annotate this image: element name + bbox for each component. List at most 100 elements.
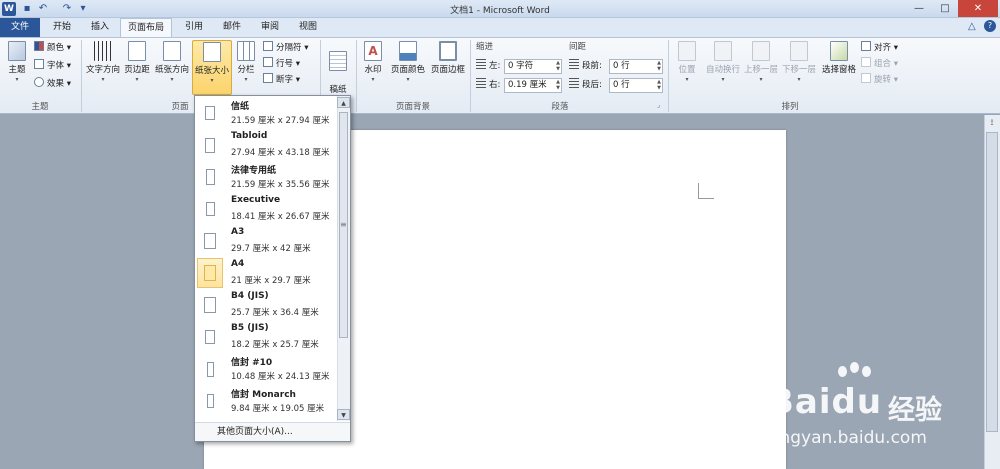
- spacing-title: 间距: [569, 42, 587, 52]
- paper-size-item[interactable]: 法律专用纸 21.59 厘米 x 35.56 厘米: [195, 161, 337, 193]
- spacing-after-text: 段后:: [582, 80, 602, 90]
- tab-insert[interactable]: 插入: [82, 18, 118, 37]
- paper-size-dimensions: 21.59 厘米 x 27.94 厘米: [231, 116, 330, 126]
- scroll-down-icon[interactable]: ▼: [337, 409, 350, 420]
- close-button[interactable]: ✕: [958, 0, 998, 17]
- text-direction-icon: [94, 41, 112, 61]
- spacing-before-input[interactable]: 0 行 ▲ ▼: [609, 59, 663, 74]
- indent-right-value: 0.19 厘米: [508, 80, 547, 90]
- columns-button[interactable]: 分栏 ▾: [234, 40, 258, 95]
- align-label: 对齐 ▾: [874, 43, 898, 53]
- paper-size-item[interactable]: A3 29.7 厘米 x 42 厘米: [195, 225, 337, 257]
- orientation-label: 纸张方向: [154, 65, 189, 75]
- fonts-button[interactable]: 字体 ▾: [34, 59, 71, 74]
- paper-size-label: 纸张大小: [194, 66, 229, 76]
- indent-left-label: 左:: [476, 59, 500, 74]
- spacing-after-input[interactable]: 0 行 ▲ ▼: [609, 78, 663, 93]
- paper-size-item[interactable]: 信封 Monarch 9.84 厘米 x 19.05 厘米: [195, 385, 337, 417]
- page-icon: [205, 106, 215, 120]
- page-icon: [206, 202, 215, 216]
- dialog-launcher-icon[interactable]: ⌟: [657, 101, 660, 109]
- paper-size-item[interactable]: 信纸 21.59 厘米 x 27.94 厘米: [195, 97, 337, 129]
- group-button[interactable]: 组合 ▾: [861, 57, 898, 72]
- wrap-text-label: 自动换行: [705, 65, 740, 75]
- paw-icon: [838, 366, 847, 377]
- paper-size-name: B5 (JIS): [231, 323, 269, 333]
- theme-button[interactable]: 主题 ▾: [3, 40, 31, 95]
- page-background-group-label: 页面背景: [395, 102, 430, 112]
- watermark-button[interactable]: A 水印 ▾: [360, 40, 386, 95]
- effects-icon: [34, 77, 44, 87]
- orientation-button[interactable]: 纸张方向 ▾: [153, 40, 191, 95]
- scroll-up-icon[interactable]: ▲: [337, 97, 350, 108]
- text-direction-button[interactable]: 文字方向 ▾: [84, 40, 122, 95]
- dropdown-arrow-icon: ▾: [135, 76, 139, 83]
- orientation-icon: [163, 41, 181, 61]
- dropdown-arrow-icon: ▾: [101, 76, 105, 83]
- paper-size-item[interactable]: Executive 18.41 厘米 x 26.67 厘米: [195, 193, 337, 225]
- margins-label: 页边距: [124, 65, 150, 75]
- maximize-button[interactable]: □: [932, 0, 958, 17]
- tab-page-layout[interactable]: 页面布局: [120, 18, 172, 38]
- effects-button[interactable]: 效果 ▾: [34, 77, 71, 92]
- paper-size-item[interactable]: Tabloid 27.94 厘米 x 43.18 厘米: [195, 129, 337, 161]
- logo-du: du: [831, 382, 883, 422]
- fonts-icon: [34, 59, 44, 69]
- selection-pane-button[interactable]: 选择窗格: [820, 40, 858, 95]
- indent-left-input[interactable]: 0 字符 ▲ ▼: [504, 59, 562, 74]
- more-paper-sizes-button[interactable]: 其他页面大小(A)...: [195, 422, 350, 441]
- spin-arrows-icon[interactable]: ▲ ▼: [657, 79, 661, 91]
- tab-references[interactable]: 引用: [176, 18, 212, 37]
- wrap-text-button[interactable]: 自动换行 ▾: [704, 40, 742, 95]
- text-direction-label: 文字方向: [85, 65, 120, 75]
- margins-button[interactable]: 页边距 ▾: [122, 40, 152, 95]
- colors-button[interactable]: 颜色 ▾: [34, 41, 71, 56]
- indent-right-input[interactable]: 0.19 厘米 ▲ ▼: [504, 78, 562, 93]
- paper-size-name: A3: [231, 227, 245, 237]
- send-backward-button[interactable]: 下移一层 ▾: [780, 40, 818, 95]
- manuscript-button[interactable]: 稿纸 设置: [324, 40, 352, 107]
- collapse-ribbon-icon[interactable]: △: [968, 21, 976, 32]
- page-icon: [207, 362, 214, 377]
- position-button[interactable]: 位置 ▾: [672, 40, 702, 95]
- theme-group-label: 主题: [31, 102, 49, 112]
- paper-size-item[interactable]: B5 (JIS) 18.2 厘米 x 25.7 厘米: [195, 321, 337, 353]
- paper-size-icon: [203, 42, 221, 62]
- tab-mailings[interactable]: 邮件: [214, 18, 250, 37]
- tab-file[interactable]: 文件: [0, 18, 40, 37]
- spin-arrows-icon[interactable]: ▲ ▼: [657, 60, 661, 72]
- paper-size-name: 信封 Monarch: [231, 390, 296, 400]
- page-color-button[interactable]: 页面颜色 ▾: [388, 40, 428, 95]
- selection-pane-icon: [830, 41, 848, 61]
- hyphenation-button[interactable]: 断字 ▾: [263, 73, 300, 88]
- paper-size-dimensions: 10.48 厘米 x 24.13 厘米: [231, 372, 330, 382]
- help-icon[interactable]: ?: [984, 20, 996, 32]
- paper-size-item[interactable]: B4 (JIS) 25.7 厘米 x 36.4 厘米: [195, 289, 337, 321]
- rotate-button[interactable]: 旋转 ▾: [861, 73, 898, 88]
- tab-home[interactable]: 开始: [44, 18, 80, 37]
- align-button[interactable]: 对齐 ▾: [861, 41, 898, 56]
- tab-review[interactable]: 审阅: [252, 18, 288, 37]
- page-icon: [204, 297, 216, 313]
- spin-arrows-icon[interactable]: ▲ ▼: [556, 60, 560, 72]
- theme-label: 主题: [8, 65, 26, 75]
- dropdown-arrow-icon: ▾: [759, 76, 763, 83]
- line-numbers-button[interactable]: 行号 ▾: [263, 57, 300, 72]
- minimize-button[interactable]: —: [906, 0, 932, 17]
- page-borders-label: 页面边框: [430, 65, 465, 75]
- jingyan-logo-text: 经验: [888, 395, 942, 426]
- paper-size-item[interactable]: 信封 #10 10.48 厘米 x 24.13 厘米: [195, 353, 337, 385]
- ruler-toggle-icon[interactable]: ⟟: [984, 118, 1000, 132]
- page-borders-button[interactable]: 页面边框: [428, 40, 468, 95]
- paper-size-thumbnail: [197, 194, 223, 224]
- paper-size-thumbnail: [197, 226, 223, 256]
- tab-view[interactable]: 视图: [290, 18, 326, 37]
- bring-forward-button[interactable]: 上移一层 ▾: [742, 40, 780, 95]
- theme-icon: [8, 41, 26, 61]
- spin-arrows-icon[interactable]: ▲ ▼: [556, 79, 560, 91]
- watermark-label: 水印: [364, 65, 382, 75]
- paper-size-item[interactable]: A4 21 厘米 x 29.7 厘米: [195, 257, 337, 289]
- indent-right-text: 右:: [489, 80, 501, 90]
- breaks-button[interactable]: 分隔符 ▾: [263, 41, 308, 56]
- paper-size-button[interactable]: 纸张大小 ▾: [192, 40, 232, 95]
